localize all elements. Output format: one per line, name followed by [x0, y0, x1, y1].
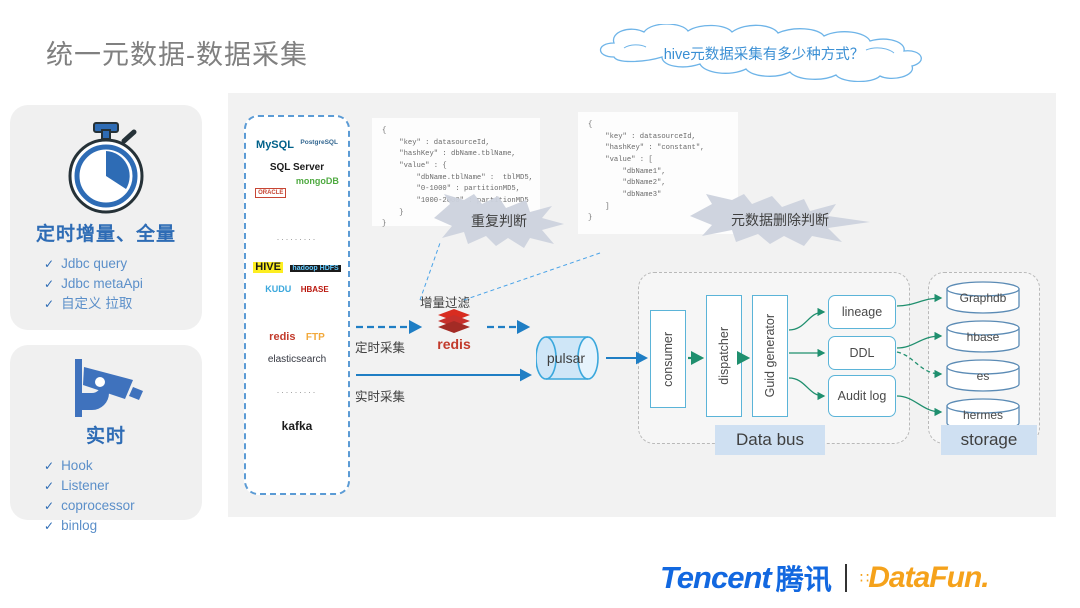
- caption-data-bus: Data bus: [715, 425, 825, 455]
- datasource-column: MySQL PostgreSQL SQL Server ORACLE mongo…: [244, 115, 350, 495]
- list-item-label: coprocessor: [61, 497, 135, 513]
- storage-label-hbase: hbase: [966, 329, 1000, 344]
- label-scheduled-collect: 定时采集: [355, 341, 406, 355]
- databus-stage-guid-generator: Guid generator: [752, 295, 788, 417]
- surveillance-camera-icon: [10, 345, 202, 419]
- page-title: 统一元数据-数据采集: [46, 40, 308, 70]
- starburst-delete: 元数据删除判断: [690, 194, 870, 246]
- kafka-logo: kafka: [281, 419, 313, 433]
- footer-divider: [844, 564, 847, 592]
- list-item-label: Jdbc metaApi: [61, 275, 143, 291]
- check-icon: ✓: [44, 478, 55, 493]
- cloud-callout: hive元数据采集有多少种方式？: [566, 24, 952, 82]
- list-item: ✓ 自定义 拉取: [44, 294, 202, 314]
- list-item-label: Hook: [61, 458, 93, 473]
- starburst-duplicate: 重复判断: [434, 194, 564, 248]
- card-scheduled-title: 定时增量、全量: [35, 224, 176, 245]
- source-separator-2: .........: [276, 385, 318, 395]
- redis-logo: redis: [269, 331, 296, 343]
- check-icon: ✓: [44, 498, 55, 513]
- list-item: ✓ coprocessor: [44, 496, 202, 516]
- list-item: ✓ Jdbc metaApi: [44, 274, 202, 294]
- check-icon: ✓: [44, 459, 55, 473]
- storage-label-es: es: [976, 368, 990, 383]
- check-icon: ✓: [44, 257, 55, 271]
- oracle-logo: ORACLE: [255, 188, 287, 198]
- elasticsearch-logo: elasticsearch: [267, 354, 327, 365]
- card-scheduled: 定时增量、全量 ✓ Jdbc query ✓ Jdbc metaApi ✓ 自定义 拉…: [10, 105, 202, 330]
- card-scheduled-list: ✓ Jdbc query ✓ Jdbc metaApi ✓ 自定义 拉取: [44, 254, 202, 314]
- tencent-wordmark: Tencent: [660, 560, 772, 595]
- stage-label: dispatcher: [717, 327, 731, 385]
- card-realtime: 实时 ✓ Hook ✓ Listener ✓ coprocessor ✓ binlog: [10, 345, 202, 533]
- stage-label: Guid generator: [763, 314, 777, 398]
- pulsar-label: pulsar: [546, 350, 586, 366]
- check-icon: ✓: [44, 296, 55, 311]
- starburst-duplicate-label: 重复判断: [471, 213, 527, 229]
- starburst-delete-label: 元数据删除判断: [731, 212, 829, 228]
- tencent-cn-wordmark: 腾讯: [775, 564, 832, 595]
- source-separator-1: .........: [276, 232, 318, 242]
- databus-stage-consumer: consumer: [650, 310, 686, 408]
- check-icon: ✓: [44, 276, 55, 291]
- list-item-label: Listener: [61, 477, 110, 493]
- list-item: ✓ Jdbc query: [44, 254, 202, 274]
- output-ddl: DDL: [828, 336, 896, 370]
- check-icon: ✓: [44, 518, 55, 533]
- kudu-logo: KUDU: [265, 284, 292, 294]
- caption-storage: storage: [941, 425, 1037, 455]
- datafun-wordmark: DataFun.: [868, 561, 989, 594]
- list-item-label: 自定义 拉取: [61, 295, 133, 311]
- hadoop-hdfs-logo: hadoop HDFS: [290, 265, 341, 272]
- stage-label: consumer: [661, 331, 675, 387]
- list-item-label: Jdbc query: [61, 256, 128, 271]
- redis-icon: [438, 309, 470, 333]
- sqlserver-logo: SQL Server: [269, 162, 325, 173]
- list-item: ✓ Hook: [44, 456, 202, 476]
- datafun-dots-icon: ∷: [859, 570, 869, 587]
- cloud-callout-text: hive元数据采集有多少种方式？: [663, 46, 865, 63]
- list-item: ✓ Listener: [44, 476, 202, 496]
- list-item: ✓ binlog: [44, 516, 202, 536]
- output-lineage: lineage: [828, 295, 896, 329]
- databus-stage-dispatcher: dispatcher: [706, 295, 742, 417]
- label-realtime-collect: 实时采集: [355, 390, 406, 404]
- output-audit-log: Audit log: [828, 375, 896, 417]
- ftp-logo: FTP: [305, 332, 325, 343]
- card-realtime-title: 实时: [85, 426, 126, 447]
- redis-label: redis: [437, 336, 471, 352]
- list-item-label: binlog: [61, 517, 98, 533]
- mongodb-logo: mongoDB: [295, 176, 339, 186]
- hive-logo: HIVE: [253, 261, 283, 273]
- footer-logos: Tencent 腾讯 ∷ DataFun.: [660, 558, 990, 598]
- redis-node: redis: [430, 309, 478, 352]
- mysql-logo: MySQL: [256, 139, 294, 151]
- card-realtime-list: ✓ Hook ✓ Listener ✓ coprocessor ✓ binlog: [44, 456, 202, 535]
- postgresql-logo: PostgreSQL: [300, 139, 338, 146]
- hbase-logo: HBASE: [300, 285, 329, 294]
- storage-label-graphdb: Graphdb: [959, 290, 1007, 305]
- stopwatch-icon: [10, 105, 202, 217]
